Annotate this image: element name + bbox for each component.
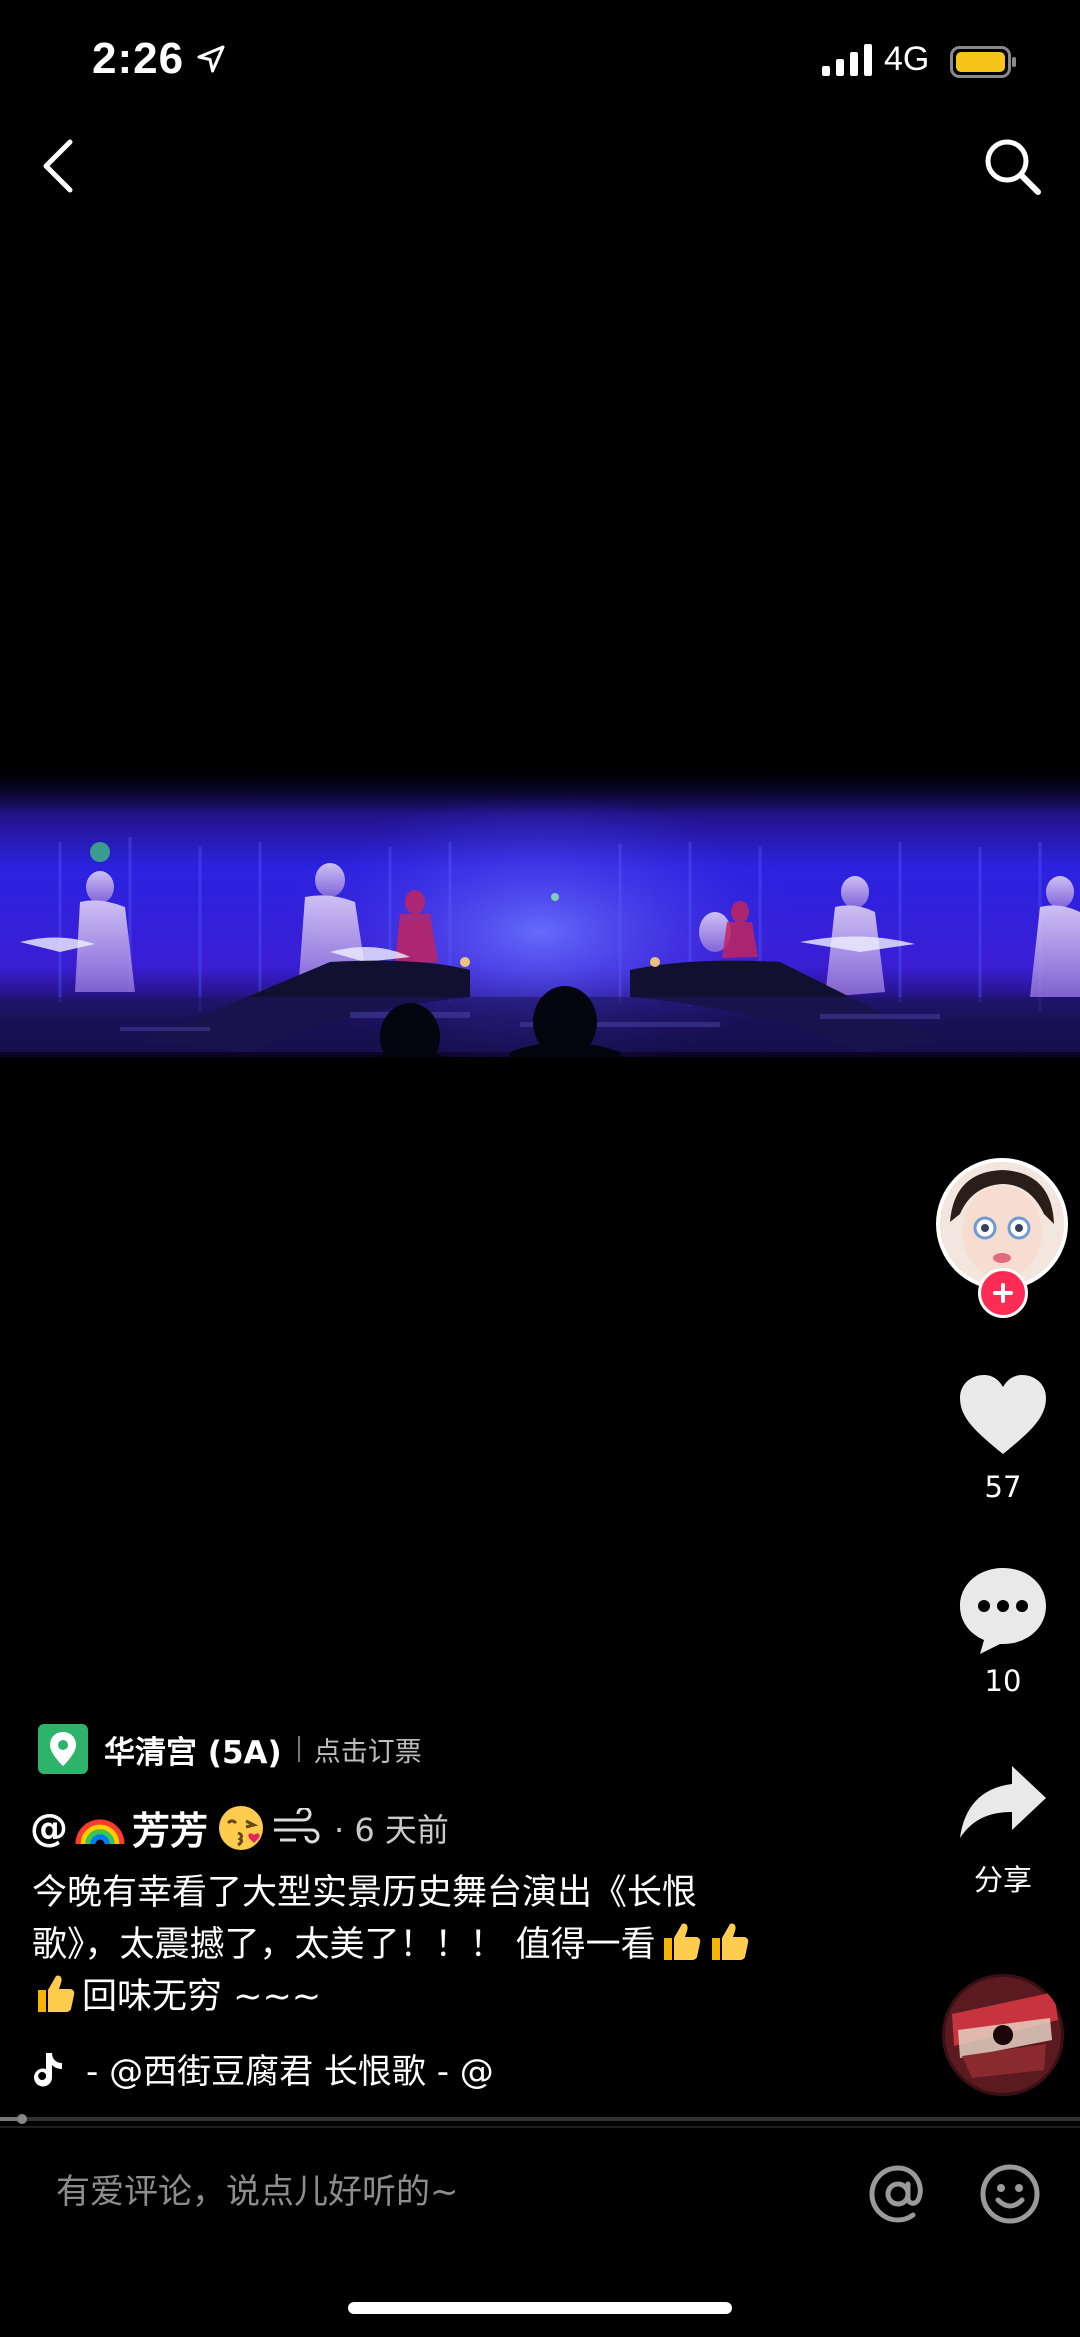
battery-icon bbox=[950, 46, 1016, 78]
thumbs-up-icon bbox=[663, 1923, 700, 1960]
location-name: 华清宫 (5A) bbox=[104, 1734, 282, 1771]
caption-line-3: 回味无穷 ~~~ bbox=[82, 1977, 322, 2017]
caption-line-2-wrap: 歌》，太震撼了，太美了！！！ 值得一看 bbox=[32, 1918, 862, 1970]
progress-knob[interactable] bbox=[16, 2114, 27, 2124]
kiss-face-icon bbox=[219, 1805, 264, 1850]
caption-line-3-wrap: 回味无穷 ~~~ bbox=[32, 1970, 862, 2022]
at-mention-icon[interactable] bbox=[866, 2162, 930, 2226]
caption-line-1: 今晚有幸看了大型实景历史舞台演出《长恨 bbox=[32, 1873, 698, 1913]
video-caption: 今晚有幸看了大型实景历史舞台演出《长恨 歌》，太震撼了，太美了！！！ 值得一看 … bbox=[32, 1868, 862, 2022]
search-icon[interactable] bbox=[980, 134, 1044, 198]
follow-plus-button[interactable] bbox=[978, 1268, 1028, 1318]
rainbow-icon bbox=[75, 1819, 125, 1844]
music-text: - @西街豆腐君 长恨歌 - @ bbox=[86, 2052, 494, 2092]
music-note-icon bbox=[34, 2052, 62, 2086]
heart-icon[interactable] bbox=[956, 1372, 1050, 1458]
video-player[interactable] bbox=[0, 752, 1080, 1392]
share-label: 分享 bbox=[973, 1863, 1032, 1897]
location-arrow-icon bbox=[197, 45, 225, 73]
map-pin-icon bbox=[38, 1724, 88, 1774]
caption-line-2: 歌》，太震撼了，太美了！！！ 值得一看 bbox=[32, 1925, 656, 1965]
location-divider bbox=[297, 1736, 300, 1762]
music-info[interactable]: - @西街豆腐君 长恨歌 - @ bbox=[32, 2044, 572, 2093]
album-art-image bbox=[942, 1974, 1064, 2096]
comment-icon[interactable] bbox=[956, 1564, 1050, 1656]
thumbs-up-icon bbox=[711, 1923, 748, 1960]
like-count: 57 bbox=[984, 1470, 1022, 1504]
author-name[interactable]: 芳芳 bbox=[132, 1800, 208, 1855]
author-at: @ bbox=[30, 1805, 68, 1850]
network-type: 4G bbox=[884, 40, 930, 78]
post-time: · 6 天前 bbox=[334, 1810, 449, 1849]
comment-count: 10 bbox=[984, 1664, 1022, 1698]
location-tag[interactable]: 华清宫 (5A) 点击订票 bbox=[38, 1722, 422, 1776]
thumbs-up-icon bbox=[38, 1975, 75, 2012]
home-indicator[interactable] bbox=[348, 2302, 732, 2314]
video-progress-bar[interactable] bbox=[0, 2114, 1080, 2124]
music-disc[interactable] bbox=[942, 1974, 1064, 2096]
share-arrow-icon[interactable] bbox=[956, 1762, 1050, 1842]
book-ticket-link[interactable]: 点击订票 bbox=[314, 1730, 422, 1769]
author-line[interactable]: @ 芳芳 · 6 天前 bbox=[30, 1800, 449, 1855]
emoji-face-icon[interactable] bbox=[978, 2162, 1042, 2226]
status-time: 2:26 bbox=[92, 34, 185, 83]
comment-input[interactable]: 有爱评论，说点儿好听的~ bbox=[56, 2164, 459, 2213]
comment-bar-divider bbox=[0, 2126, 1080, 2128]
signal-strength-icon bbox=[822, 44, 872, 76]
wind-icon bbox=[274, 1807, 320, 1843]
chevron-left-icon[interactable] bbox=[34, 134, 84, 198]
